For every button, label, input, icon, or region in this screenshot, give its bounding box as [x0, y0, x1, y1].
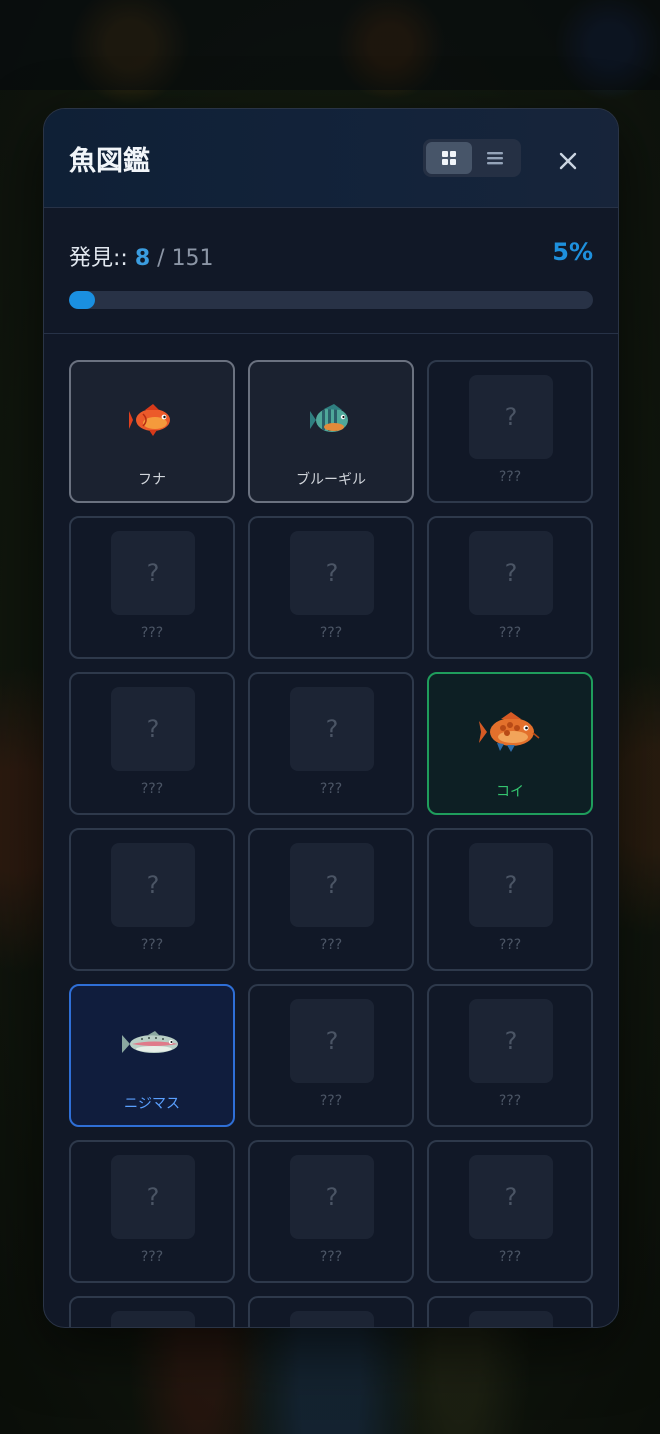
fish-name-label: ??? [319, 937, 343, 953]
undiscovered-fish-card[interactable]: ???? [248, 828, 414, 971]
unknown-fish-placeholder: ? [469, 1155, 553, 1239]
fish-name-label: ??? [319, 625, 343, 641]
undiscovered-fish-card[interactable]: ???? [69, 516, 235, 659]
view-toggle [423, 139, 521, 177]
progress-bar [69, 291, 593, 309]
progress-bar-fill [69, 291, 96, 309]
unknown-fish-placeholder: ? [469, 375, 553, 459]
fish-name-label: ??? [498, 469, 522, 485]
unknown-fish-placeholder: ? [469, 843, 553, 927]
unknown-fish-placeholder: ? [111, 687, 195, 771]
unknown-fish-placeholder: ? [469, 1311, 553, 1327]
fish-name-label: ??? [140, 625, 164, 641]
fish-name-label: ??? [498, 1249, 522, 1265]
koi-icon [429, 692, 591, 772]
undiscovered-fish-card[interactable]: ???? [427, 1296, 593, 1327]
discovery-progress: 発見:: 8 / 151 5% [44, 207, 618, 334]
undiscovered-fish-card[interactable]: ???? [248, 984, 414, 1127]
found-count: 8 [134, 246, 151, 271]
unknown-fish-placeholder: ? [290, 843, 374, 927]
undiscovered-fish-card[interactable]: ???? [248, 672, 414, 815]
undiscovered-fish-card[interactable]: ???? [69, 1140, 235, 1283]
fish-name-label: ??? [140, 937, 164, 953]
total-count: 151 [171, 246, 214, 271]
count-separator: / [157, 246, 165, 271]
fish-name-label: ??? [319, 1093, 343, 1109]
unknown-fish-placeholder: ? [111, 1155, 195, 1239]
unknown-fish-placeholder: ? [111, 531, 195, 615]
fish-name-label: ??? [498, 1093, 522, 1109]
bluegill-icon [250, 380, 412, 460]
fish-name-label: ??? [140, 781, 164, 797]
fish-card[interactable]: フナ [69, 360, 235, 503]
undiscovered-fish-card[interactable]: ???? [427, 828, 593, 971]
undiscovered-fish-card[interactable]: ???? [69, 828, 235, 971]
fish-name-label: ??? [319, 781, 343, 797]
list-view-button[interactable] [472, 142, 518, 174]
fish-card[interactable]: ブルーギル [248, 360, 414, 503]
unknown-fish-placeholder: ? [290, 687, 374, 771]
fish-grid: フナ ブルーギル???????????????????????? コイ?????… [69, 360, 593, 1327]
fish-name-label: ??? [498, 625, 522, 641]
unknown-fish-placeholder: ? [111, 1311, 195, 1327]
rainbow-trout-icon [71, 1004, 233, 1084]
crucian-carp-icon [71, 380, 233, 460]
unknown-fish-placeholder: ? [111, 843, 195, 927]
undiscovered-fish-card[interactable]: ???? [69, 672, 235, 815]
dialog-title: 魚図鑑 [69, 146, 150, 177]
undiscovered-fish-card[interactable]: ???? [248, 1140, 414, 1283]
unknown-fish-placeholder: ? [290, 1155, 374, 1239]
undiscovered-fish-card[interactable]: ???? [248, 1296, 414, 1327]
fish-name-label: ??? [140, 1249, 164, 1265]
fish-card[interactable]: ニジマス [69, 984, 235, 1127]
grid-view-button[interactable] [426, 142, 472, 174]
dialog-header: 魚図鑑 [44, 109, 618, 208]
unknown-fish-placeholder: ? [469, 531, 553, 615]
unknown-fish-placeholder: ? [290, 1311, 374, 1327]
undiscovered-fish-card[interactable]: ???? [427, 1140, 593, 1283]
discovery-percent: 5% [552, 238, 593, 266]
unknown-fish-placeholder: ? [290, 531, 374, 615]
fish-name-label: コイ [496, 784, 524, 800]
discovered-label: 発見:: [69, 246, 128, 271]
unknown-fish-placeholder: ? [469, 999, 553, 1083]
fish-card[interactable]: コイ [427, 672, 593, 815]
close-button[interactable] [550, 143, 586, 179]
fish-encyclopedia-dialog: 魚図鑑 発見:: 8 / 151 5% フナ ブルーギル ? ??? ? ???… [43, 108, 619, 1328]
undiscovered-fish-card[interactable]: ???? [248, 516, 414, 659]
fish-name-label: ??? [498, 937, 522, 953]
undiscovered-fish-card[interactable]: ???? [427, 360, 593, 503]
undiscovered-fish-card[interactable]: ???? [69, 1296, 235, 1327]
undiscovered-fish-card[interactable]: ???? [427, 516, 593, 659]
fish-name-label: ??? [319, 1249, 343, 1265]
close-icon [559, 152, 577, 170]
fish-name-label: フナ [138, 472, 166, 488]
discovered-count: 発見:: 8 / 151 [69, 240, 214, 272]
fish-name-label: ブルーギル [296, 472, 366, 488]
unknown-fish-placeholder: ? [290, 999, 374, 1083]
fish-name-label: ニジマス [124, 1096, 180, 1112]
list-icon [487, 152, 503, 165]
grid-icon [442, 151, 456, 165]
undiscovered-fish-card[interactable]: ???? [427, 984, 593, 1127]
